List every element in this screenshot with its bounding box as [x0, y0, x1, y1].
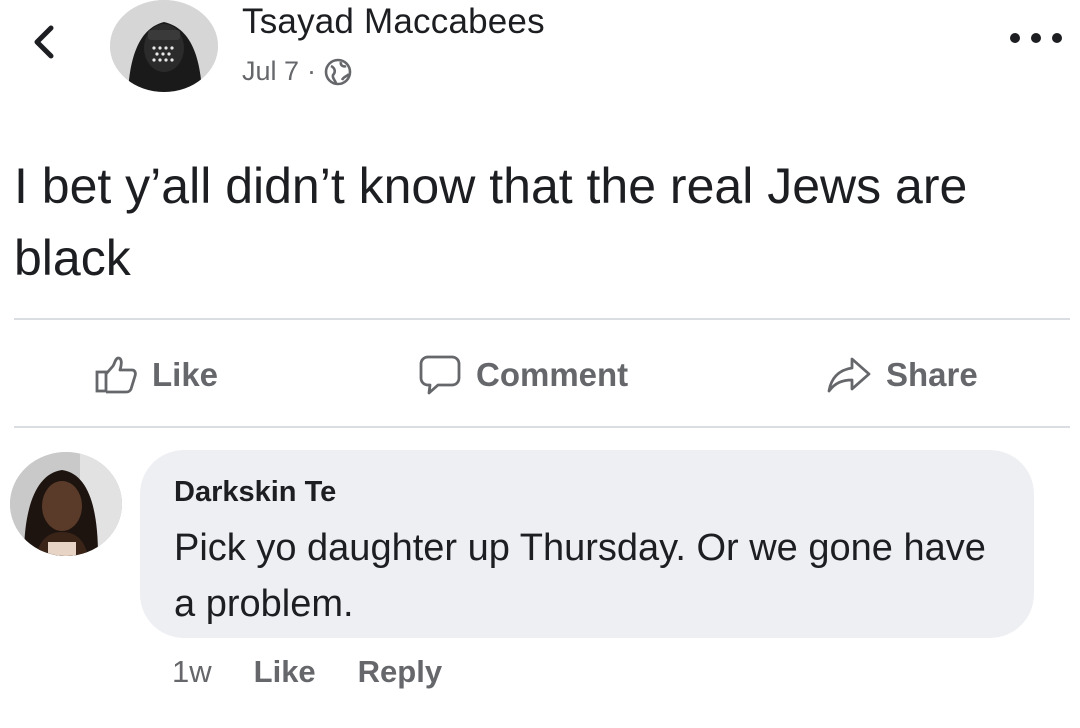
post-text: I bet y’all didn’t know that the real Je…: [14, 158, 968, 286]
globe-icon: [324, 58, 352, 85]
thumbs-up-icon: [95, 356, 137, 394]
back-button[interactable]: [24, 20, 64, 64]
divider: [14, 318, 1070, 320]
chevron-left-icon: [34, 25, 54, 59]
commenter-name[interactable]: Darkskin Te: [174, 476, 336, 509]
comment-label: Comment: [476, 356, 629, 393]
share-button[interactable]: Share: [826, 350, 978, 400]
like-label: Like: [152, 356, 219, 393]
meta-separator: ·: [307, 56, 317, 86]
comment-icon: [419, 355, 461, 395]
post-screen: Tsayad Maccabees Jul 7 · I bet y’all did…: [0, 0, 1080, 728]
more-options-button[interactable]: [1010, 26, 1062, 50]
comment-like-button[interactable]: Like: [254, 654, 316, 690]
divider: [14, 426, 1070, 428]
post-meta: Jul 7 ·: [242, 56, 352, 87]
post-date[interactable]: Jul 7: [242, 56, 299, 87]
commenter-avatar[interactable]: [10, 452, 122, 556]
comment-bubble[interactable]: Darkskin Te Pick yo daughter up Thursday…: [140, 450, 1034, 638]
author-avatar[interactable]: [110, 0, 218, 92]
share-arrow-icon: [827, 357, 871, 393]
comment-timestamp[interactable]: 1w: [172, 654, 212, 690]
like-button[interactable]: Like: [94, 350, 218, 400]
more-horizontal-icon: [1010, 33, 1020, 43]
author-name[interactable]: Tsayad Maccabees: [242, 2, 545, 42]
share-label: Share: [886, 356, 978, 393]
comment-reply-button[interactable]: Reply: [358, 654, 442, 690]
comment-button[interactable]: Comment: [418, 350, 628, 400]
comment-actions: 1w Like Reply: [172, 654, 442, 690]
comment-text: Pick yo daughter up Thursday. Or we gone…: [174, 527, 986, 625]
